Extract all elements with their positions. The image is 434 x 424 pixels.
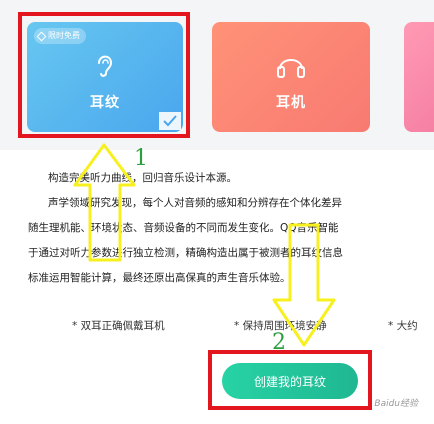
headphones-icon [277, 59, 305, 78]
description-line: 声学领域研究发现，每个人对音频的感知和分辨存在个体化差异 [48, 197, 342, 209]
highlight-box-card [18, 12, 190, 138]
description-line: 随生理机能、环境状态、音频设备的不同而发生变化。QQ音乐智能 [28, 222, 339, 234]
description-line: 构造完美听力曲线，回归音乐设计本源。 [48, 172, 237, 184]
third-card[interactable] [404, 22, 434, 132]
description-line: 于通过对听力参数进行独立检测，精确构造出属于被测者的耳纹信息 [28, 247, 343, 259]
annotation-number-1: 1 [134, 146, 148, 171]
note-item: * 大约 [388, 320, 418, 332]
note-item: * 双耳正确佩戴耳机 [72, 320, 165, 332]
description-line: 标准运用智能计算，最终还原出高保真的声生音乐体验。 [28, 272, 291, 284]
earphone-card[interactable]: 耳机 [212, 22, 370, 132]
watermark: Baidu经验 [374, 399, 418, 409]
earphone-card-label: 耳机 [276, 95, 306, 111]
annotation-number-2: 2 [272, 330, 286, 355]
highlight-box-button [208, 350, 372, 410]
